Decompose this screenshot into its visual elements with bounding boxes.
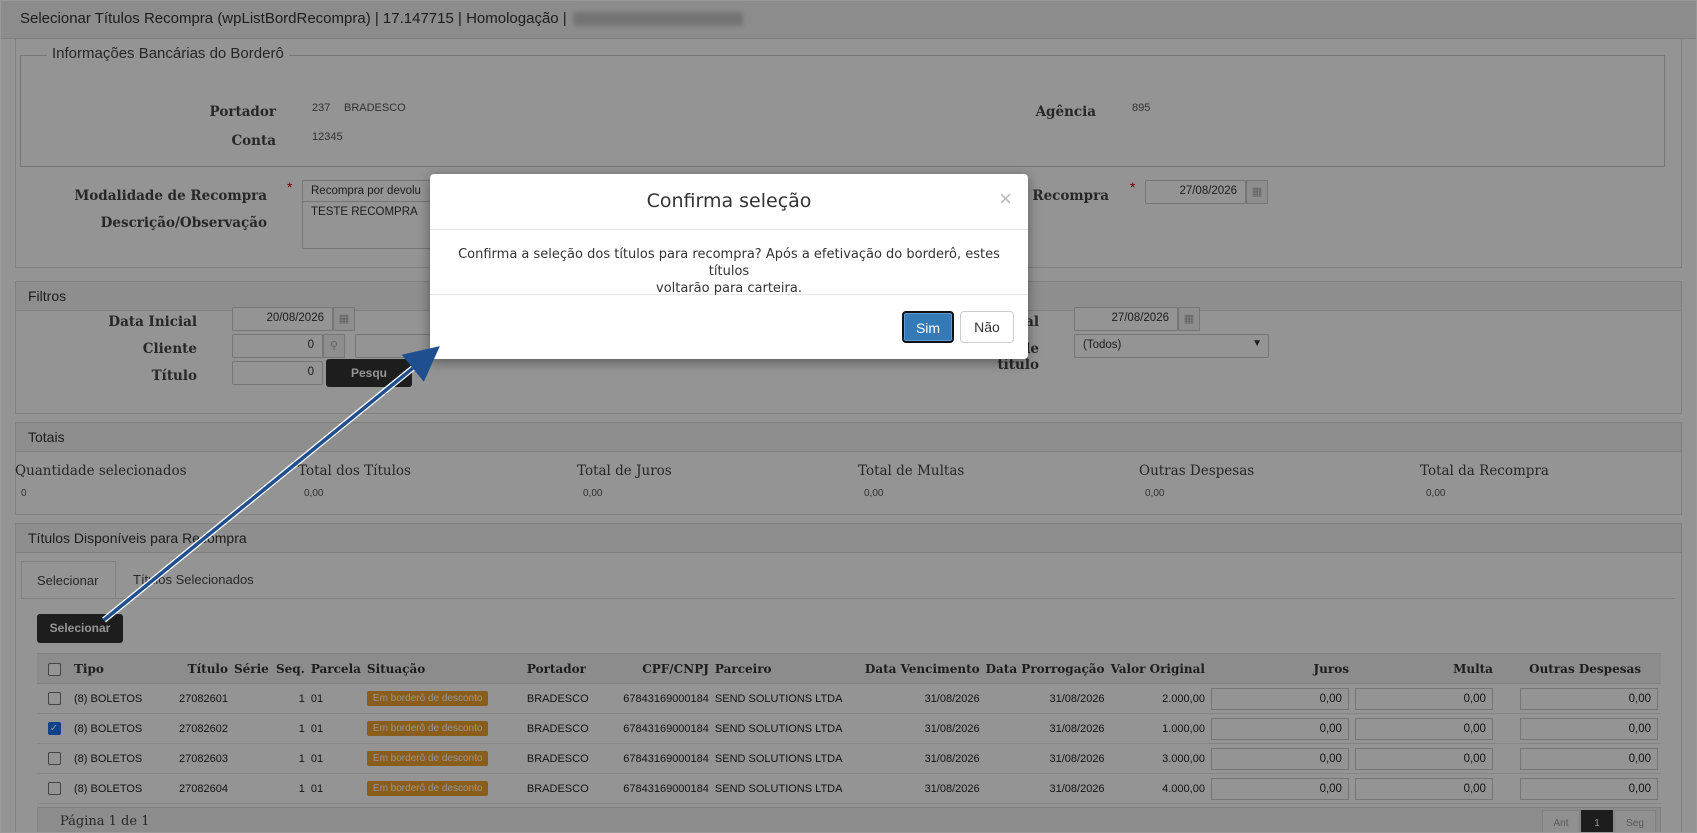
- app-window: Selecionar Títulos Recompra (wpListBordR…: [0, 0, 1697, 833]
- annotation-arrow: [102, 346, 440, 623]
- arrow-line: [102, 346, 440, 622]
